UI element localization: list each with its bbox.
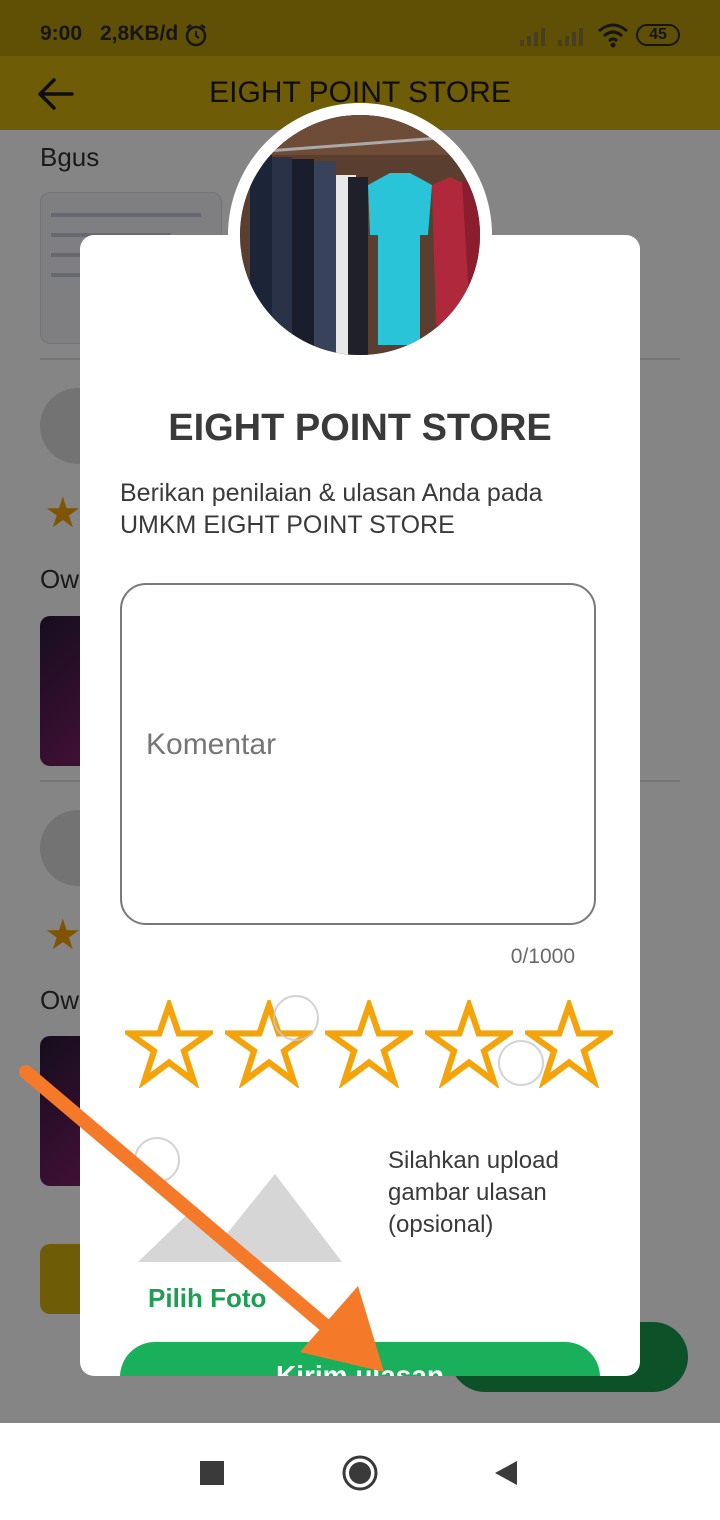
review-instruction: Berikan penilaian & ulasan Anda pada UMK… (120, 479, 543, 539)
comment-field[interactable] (120, 583, 596, 925)
square-icon[interactable] (192, 1453, 232, 1493)
store-photo (240, 115, 480, 355)
star-icon[interactable] (425, 1000, 513, 1088)
store-photo-frame (228, 103, 492, 367)
triangle-back-icon[interactable] (487, 1453, 527, 1493)
annotation-arrow (19, 1065, 384, 1372)
char-counter: 0/1000 (510, 945, 575, 968)
comment-input[interactable] (144, 727, 568, 763)
system-nav-bar (0, 1423, 720, 1520)
store-name: EIGHT POINT STORE (168, 407, 552, 449)
circle-icon[interactable] (340, 1453, 380, 1493)
touch-ripple (498, 1040, 544, 1086)
touch-ripple (273, 995, 319, 1041)
upload-note: Silahkan upload gambar ulasan (opsional) (388, 1147, 559, 1238)
